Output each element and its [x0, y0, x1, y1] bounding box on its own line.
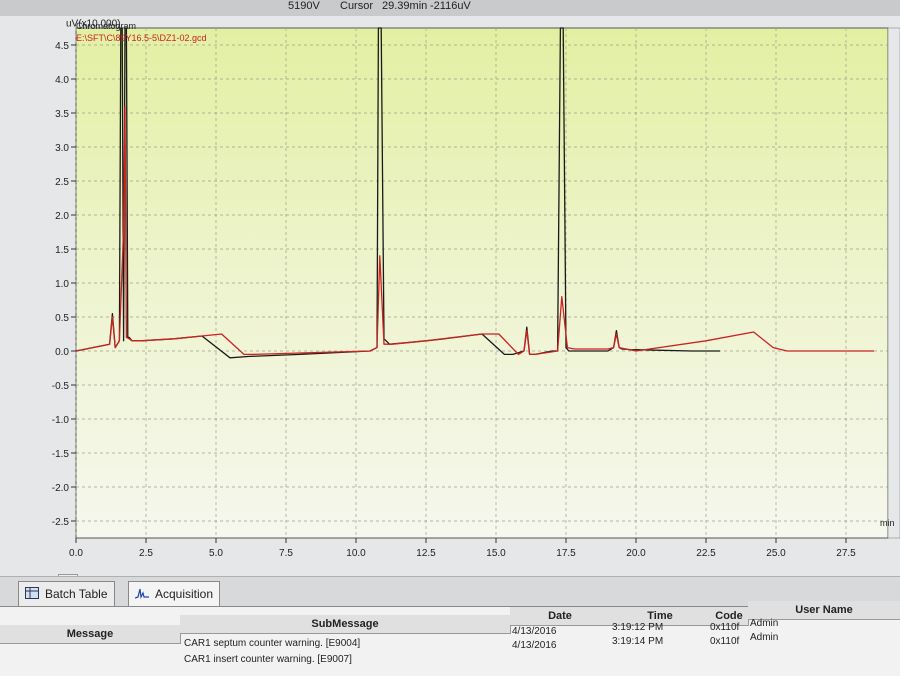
time-cell: 3:19:12 PM — [612, 622, 664, 633]
x-tick-label: 15.0 — [486, 548, 506, 559]
submessage-cell: CAR1 septum counter warning. [E9004] — [184, 638, 361, 649]
chart-title: Chromatogram — [76, 21, 136, 31]
column-header-date[interactable]: Date — [510, 607, 611, 626]
tab-label: Acquisition — [155, 587, 214, 601]
date-cell: 4/13/2016 — [512, 626, 557, 637]
code-cell: 0x110f — [710, 622, 740, 633]
tab-acquisition[interactable]: Acquisition — [128, 581, 221, 606]
x-tick-label: 27.5 — [836, 548, 856, 559]
y-tick-label: 1.5 — [55, 245, 69, 256]
acquisition-icon — [135, 588, 149, 599]
x-tick-label: 12.5 — [416, 548, 436, 559]
y-tick-label: -0.5 — [52, 381, 70, 392]
user-cell: Admin — [750, 632, 779, 643]
column-header-submessage[interactable]: SubMessage — [180, 615, 511, 634]
x-tick-label: 7.5 — [279, 548, 293, 559]
x-tick-label: 10.0 — [346, 548, 366, 559]
tab-batch-table[interactable]: Batch Table — [18, 581, 115, 606]
x-tick-label: 17.5 — [556, 548, 576, 559]
tab-label: Batch Table — [45, 587, 108, 601]
secondary-axis — [887, 27, 900, 539]
table-icon — [25, 587, 39, 599]
time-cell: 3:19:14 PM — [612, 636, 664, 647]
y-tick-label: 4.0 — [55, 75, 69, 86]
y-tick-label: 0.0 — [55, 347, 69, 358]
y-tick-label: 3.5 — [55, 109, 69, 120]
x-tick-label: 5.0 — [209, 548, 223, 559]
chromatogram-panel[interactable]: 0.0 2.5 5.0 7.5 10.0 12.5 15.0 17.5 20.0 22.5 25.0… — [0, 16, 900, 588]
code-cell: 0x110f — [710, 636, 740, 647]
x-tick-label: 20.0 — [626, 548, 646, 559]
submessage-cell: CAR1 insert counter warning. [E9007] — [184, 654, 352, 665]
x-tick-label: 25.0 — [766, 548, 786, 559]
x-axis-label: min — [880, 518, 895, 528]
status-bar: 5190V Cursor 29.39min -2116uV — [0, 0, 900, 17]
date-cell: 4/13/2016 — [512, 640, 557, 651]
cursor-value: -2116uV — [430, 0, 471, 12]
y-tick-label: 1.0 — [55, 279, 69, 290]
cursor-label: Cursor — [340, 0, 374, 12]
y-tick-label: 2.5 — [55, 177, 69, 188]
y-tick-label: -2.5 — [52, 517, 70, 528]
file-label: E:\SFT\C\89Y16.5-5\DZ1-02.gcd — [76, 33, 207, 43]
y-tick-label: -2.0 — [52, 483, 70, 494]
user-cell: Admin — [750, 618, 779, 629]
y-tick-label: 0.5 — [55, 313, 69, 324]
message-table: Message SubMessage Date Time Code User N… — [0, 601, 900, 676]
y-tick-label: 4.5 — [55, 41, 69, 52]
y-tick-label: 3.0 — [55, 143, 69, 154]
y-tick-label: -1.0 — [52, 415, 70, 426]
status-value: 5190V — [288, 0, 320, 12]
column-header-message[interactable]: Message — [0, 625, 181, 644]
chromatogram-chart[interactable]: 0.0 2.5 5.0 7.5 10.0 12.5 15.0 17.5 20.0 22.5 25.0… — [0, 16, 900, 576]
x-tick-label: 0.0 — [69, 548, 83, 559]
x-tick-label: 22.5 — [696, 548, 716, 559]
y-tick-label: 2.0 — [55, 211, 69, 222]
y-tick-label: -1.5 — [52, 449, 70, 460]
x-tick-label: 2.5 — [139, 548, 153, 559]
cursor-time: 29.39min — [382, 0, 428, 12]
